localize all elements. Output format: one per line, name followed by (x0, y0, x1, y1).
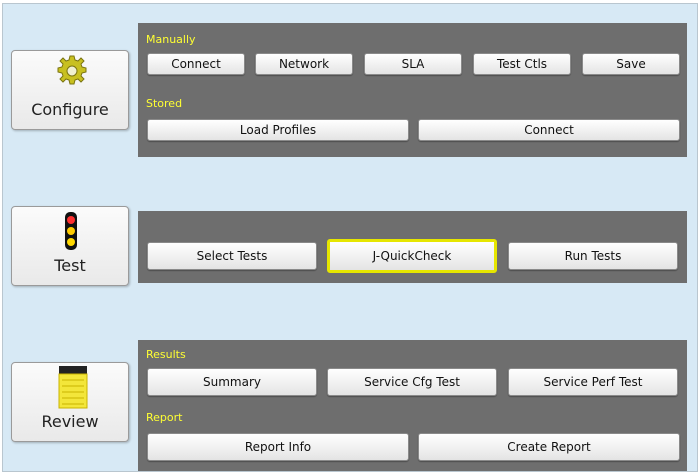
test-label: Test (54, 256, 86, 275)
review-label: Review (41, 412, 99, 431)
review-button[interactable]: Review (11, 362, 129, 442)
notepad-icon (58, 365, 88, 409)
review-panel: Results Summary Service Cfg Test Service… (138, 340, 687, 471)
test-ctls-button[interactable]: Test Ctls (473, 53, 571, 75)
manual-connect-button[interactable]: Connect (147, 53, 245, 75)
report-info-button[interactable]: Report Info (147, 433, 409, 461)
test-button[interactable]: Test (11, 206, 129, 286)
stored-section-label: Stored (146, 97, 183, 110)
manually-section-label: Manually (146, 33, 196, 46)
service-cfg-test-button[interactable]: Service Cfg Test (327, 368, 497, 396)
j-quickcheck-button[interactable]: J-QuickCheck (327, 239, 497, 273)
traffic-light-icon (63, 211, 79, 253)
run-tests-button[interactable]: Run Tests (508, 242, 678, 270)
configure-panel: Manually Connect Network SLA Test Ctls S… (138, 23, 687, 157)
summary-button[interactable]: Summary (147, 368, 317, 396)
sla-button[interactable]: SLA (364, 53, 462, 75)
service-perf-test-button[interactable]: Service Perf Test (508, 368, 678, 396)
app-background: Configure Test Review Manually Connect N… (2, 3, 698, 472)
test-panel: Select Tests J-QuickCheck Run Tests (138, 211, 687, 283)
report-section-label: Report (146, 411, 183, 424)
configure-button[interactable]: Configure (11, 50, 129, 130)
configure-label: Configure (31, 100, 109, 119)
select-tests-button[interactable]: Select Tests (147, 242, 317, 270)
create-report-button[interactable]: Create Report (418, 433, 680, 461)
results-section-label: Results (146, 348, 186, 361)
stored-connect-button[interactable]: Connect (418, 119, 680, 141)
network-button[interactable]: Network (255, 53, 353, 75)
save-button[interactable]: Save (582, 53, 680, 75)
gear-icon (56, 55, 88, 87)
load-profiles-button[interactable]: Load Profiles (147, 119, 409, 141)
